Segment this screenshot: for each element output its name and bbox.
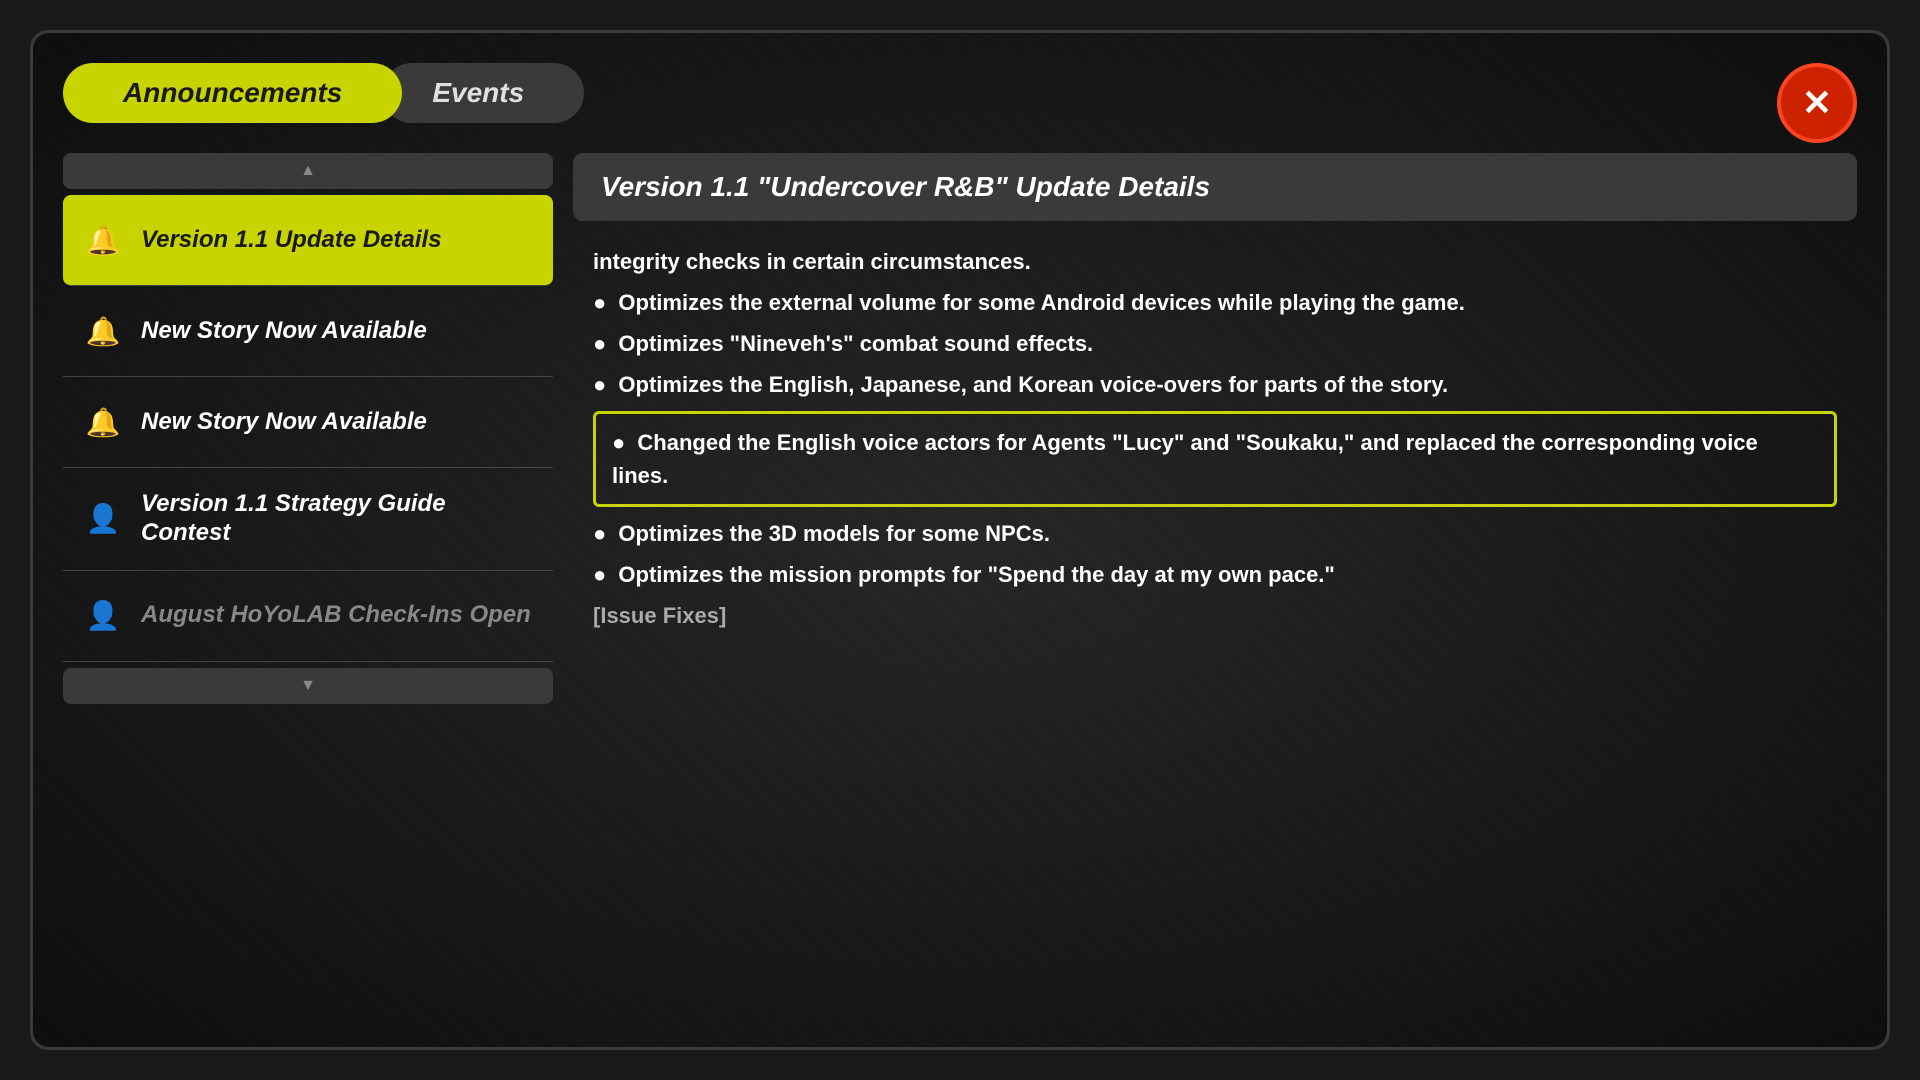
content-line-0: integrity checks in certain circumstance… <box>593 245 1837 278</box>
content-text-5: Optimizes the 3D models for some NPCs. <box>618 521 1050 546</box>
content-line-5: ● Optimizes the 3D models for some NPCs. <box>593 517 1837 550</box>
bell-icon-1: 🔔 <box>83 217 123 263</box>
tabs-row: Announcements Events <box>63 63 1857 123</box>
close-button[interactable]: ✕ <box>1777 63 1857 143</box>
detail-content: integrity checks in certain circumstance… <box>573 235 1857 1033</box>
sidebar: 🔔 Version 1.1 Update Details 🔔 New Story… <box>63 153 553 1033</box>
sidebar-item-version-update[interactable]: 🔔 Version 1.1 Update Details <box>63 195 553 286</box>
bell-icon-2: 🔔 <box>83 308 123 354</box>
tab-events[interactable]: Events <box>382 63 584 123</box>
content-line-3: ● Optimizes the English, Japanese, and K… <box>593 368 1837 401</box>
bullet-6: ● <box>593 558 606 591</box>
content-text-7: [Issue Fixes] <box>593 603 726 628</box>
scroll-down-indicator[interactable] <box>63 668 553 704</box>
sidebar-item-new-story-2[interactable]: 🔔 New Story Now Available <box>63 377 553 468</box>
content-area: 🔔 Version 1.1 Update Details 🔔 New Story… <box>63 153 1857 1033</box>
content-text-3: Optimizes the English, Japanese, and Kor… <box>618 372 1448 397</box>
sidebar-item-strategy-guide[interactable]: 👤 Version 1.1 Strategy Guide Contest <box>63 468 553 571</box>
person-icon-2: 👤 <box>83 593 123 639</box>
bullet-3: ● <box>593 368 606 401</box>
highlighted-content-block: ● Changed the English voice actors for A… <box>593 411 1837 507</box>
main-container: ✕ Announcements Events 🔔 Version 1.1 Upd… <box>30 30 1890 1050</box>
detail-title: Version 1.1 "Undercover R&B" Update Deta… <box>601 171 1210 202</box>
sidebar-item-label-5: August HoYoLAB Check-Ins Open <box>141 601 531 630</box>
sidebar-item-label-4: Version 1.1 Strategy Guide Contest <box>141 490 533 548</box>
sidebar-item-label-3: New Story Now Available <box>141 408 427 437</box>
sidebar-item-label-2: New Story Now Available <box>141 317 427 346</box>
content-text-0: integrity checks in certain circumstance… <box>593 249 1031 274</box>
bullet-4: ● <box>612 426 625 459</box>
content-text-2: Optimizes "Nineveh's" combat sound effec… <box>618 331 1093 356</box>
scroll-up-indicator[interactable] <box>63 153 553 189</box>
bullet-2: ● <box>593 327 606 360</box>
close-icon: ✕ <box>1802 82 1832 124</box>
content-line-2: ● Optimizes "Nineveh's" combat sound eff… <box>593 327 1837 360</box>
content-line-1: ● Optimizes the external volume for some… <box>593 286 1837 319</box>
content-line-7: [Issue Fixes] <box>593 599 1837 632</box>
sidebar-item-hoyolab[interactable]: 👤 August HoYoLAB Check-Ins Open <box>63 571 553 662</box>
person-icon-1: 👤 <box>83 496 123 542</box>
content-line-6: ● Optimizes the mission prompts for "Spe… <box>593 558 1837 591</box>
content-text-4: Changed the English voice actors for Age… <box>612 430 1758 488</box>
detail-panel: Version 1.1 "Undercover R&B" Update Deta… <box>573 153 1857 1033</box>
sidebar-item-new-story-1[interactable]: 🔔 New Story Now Available <box>63 286 553 377</box>
bell-icon-3: 🔔 <box>83 399 123 445</box>
bullet-1: ● <box>593 286 606 319</box>
tab-announcements[interactable]: Announcements <box>63 63 402 123</box>
sidebar-item-label-1: Version 1.1 Update Details <box>141 226 442 255</box>
content-text-6: Optimizes the mission prompts for "Spend… <box>618 562 1334 587</box>
content-text-1: Optimizes the external volume for some A… <box>618 290 1464 315</box>
detail-title-bar: Version 1.1 "Undercover R&B" Update Deta… <box>573 153 1857 221</box>
bullet-5: ● <box>593 517 606 550</box>
